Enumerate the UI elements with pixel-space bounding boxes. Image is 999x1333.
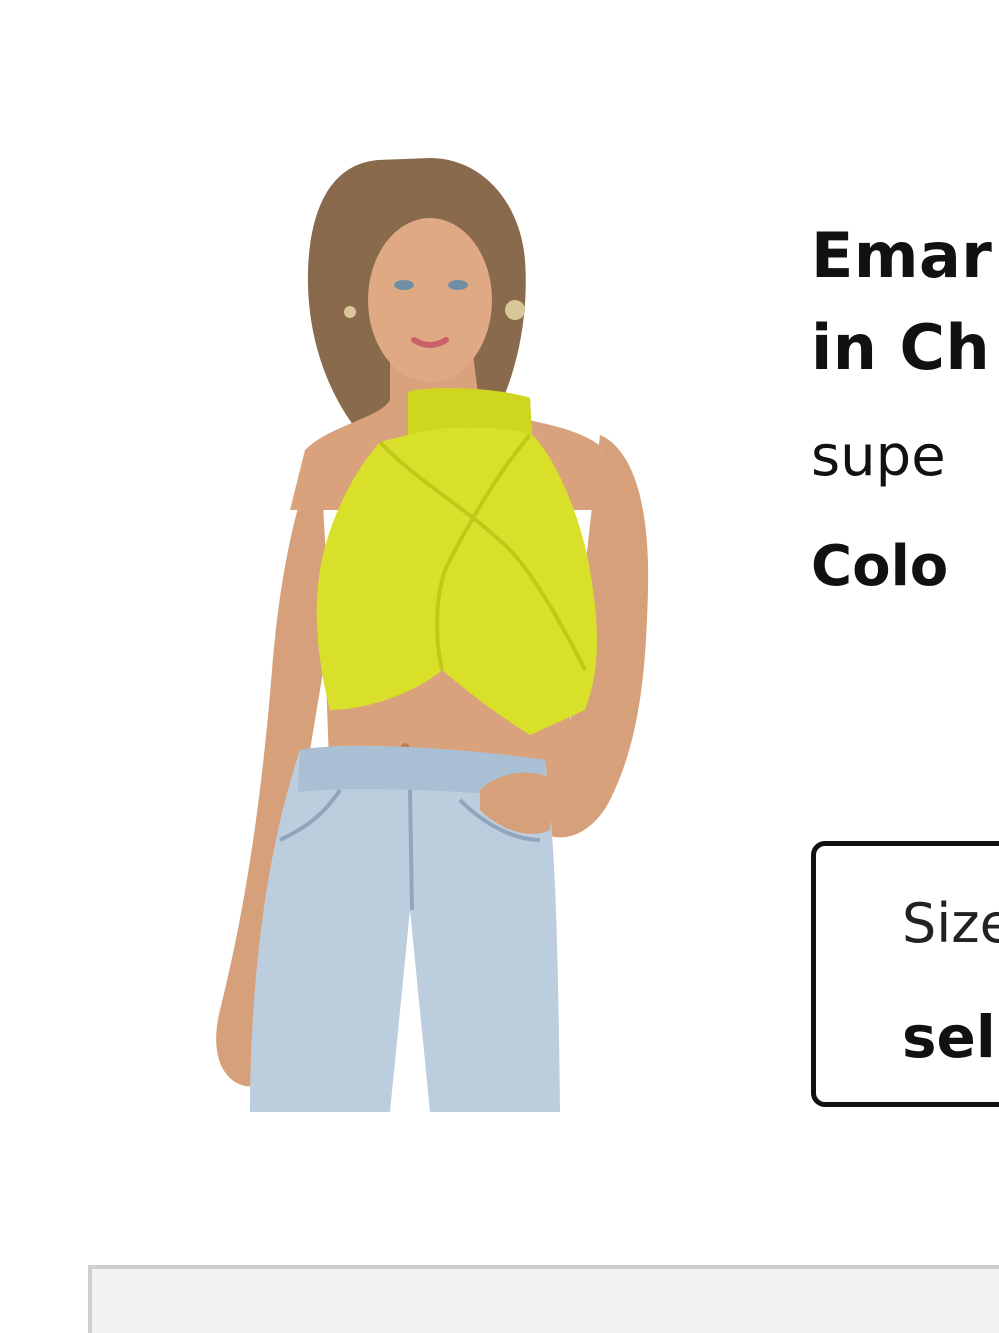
product-title-line1: Emar — [811, 219, 993, 292]
add-to-bag-panel[interactable] — [88, 1265, 999, 1333]
size-select-label: Size — [902, 892, 999, 955]
product-title: Emar in Ch — [811, 210, 999, 394]
size-select-value: sel — [902, 1003, 996, 1071]
color-label: Colo — [811, 534, 949, 599]
size-select[interactable]: Size sel — [811, 841, 999, 1107]
product-image[interactable] — [180, 150, 670, 1112]
product-brand[interactable]: supe — [811, 422, 999, 492]
product-title-line2: in Ch — [811, 311, 991, 384]
product-info: Emar in Ch supe Colo — [811, 210, 999, 602]
product-page: Emar in Ch supe Colo Size sel — [0, 0, 999, 1333]
